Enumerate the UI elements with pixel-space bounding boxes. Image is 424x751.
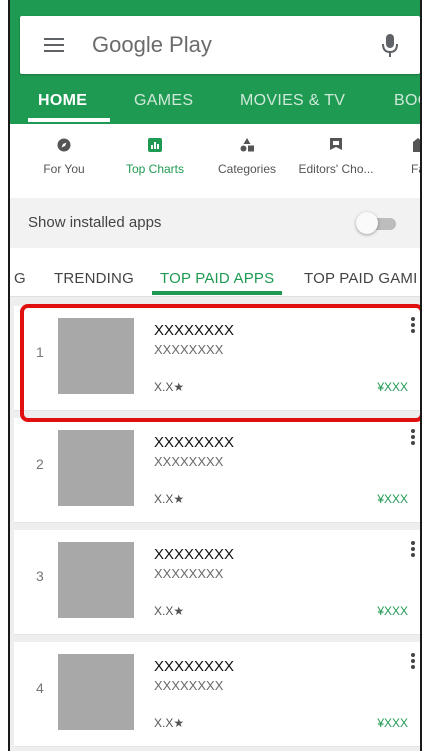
app-thumbnail[interactable] — [58, 542, 134, 618]
sub-tabs: For You Top Charts Categories Editors' C… — [10, 124, 420, 199]
app-name: XXXXXXXX — [154, 546, 235, 563]
app-rating: X.X★ — [154, 492, 185, 506]
tab-books[interactable]: BOO — [394, 92, 420, 110]
phone-screen: Google Play HOME GAMES MOVIES & TV BOO F… — [8, 0, 422, 751]
more-options-icon[interactable] — [410, 540, 416, 560]
app-list-item[interactable]: 2 XXXXXXXX XXXXXXXX X.X★ ¥XXX — [14, 418, 420, 523]
search-title: Google Play — [92, 32, 212, 57]
more-options-icon[interactable] — [410, 652, 416, 672]
app-rating: X.X★ — [154, 716, 185, 730]
editors-choice-icon — [330, 138, 342, 150]
subtab-label: Categories — [217, 162, 277, 176]
app-list-item[interactable]: 3 XXXXXXXX XXXXXXXX X.X★ ¥XXX — [14, 530, 420, 635]
subtab-label: Editors' Cho... — [298, 162, 374, 176]
subtab-label: Top Charts — [125, 162, 185, 176]
app-developer: XXXXXXXX — [154, 678, 224, 693]
chart-tabs: G TRENDING TOP PAID APPS TOP PAID GAMI — [10, 248, 420, 297]
app-name: XXXXXXXX — [154, 434, 235, 451]
chart-tab-indicator — [152, 291, 282, 295]
show-installed-label: Show installed apps — [28, 214, 162, 231]
app-thumbnail[interactable] — [58, 430, 134, 506]
app-rating: X.X★ — [154, 604, 185, 618]
subtab-categories[interactable]: Categories — [212, 138, 282, 176]
chart-tab-top-paid-games[interactable]: TOP PAID GAMI — [304, 270, 417, 287]
app-rank: 2 — [36, 456, 44, 472]
tab-home[interactable]: HOME — [38, 92, 87, 110]
highlight-frame — [20, 304, 420, 422]
app-list-item[interactable]: 4 XXXXXXXX XXXXXXXX X.X★ ¥XXX — [14, 642, 420, 747]
app-price[interactable]: ¥XXX — [377, 604, 408, 618]
subtab-label: For You — [43, 162, 85, 176]
app-rank: 4 — [36, 680, 44, 696]
main-tabs: HOME GAMES MOVIES & TV BOO — [10, 82, 420, 120]
subtab-label: Fa — [410, 162, 420, 176]
app-developer: XXXXXXXX — [154, 566, 224, 581]
menu-icon[interactable] — [44, 38, 64, 52]
show-installed-row: Show installed apps — [10, 198, 420, 248]
chart-tab-trending[interactable]: TRENDING — [54, 270, 134, 287]
subtab-editors-choice[interactable]: Editors' Cho... — [292, 138, 380, 176]
active-tab-indicator — [28, 118, 110, 122]
app-developer: XXXXXXXX — [154, 454, 224, 469]
family-icon — [413, 138, 420, 152]
app-price[interactable]: ¥XXX — [377, 716, 408, 730]
categories-icon — [240, 138, 254, 152]
app-rank: 3 — [36, 568, 44, 584]
subtab-family[interactable]: Fa — [398, 138, 420, 176]
more-options-icon[interactable] — [410, 428, 416, 448]
subtab-for-you[interactable]: For You — [34, 138, 94, 176]
toggle-knob[interactable] — [356, 212, 378, 234]
compass-icon — [57, 138, 71, 152]
chart-tab-grossing[interactable]: G — [14, 270, 26, 287]
app-name: XXXXXXXX — [154, 658, 235, 675]
microphone-icon[interactable] — [380, 32, 400, 60]
subtab-top-charts[interactable]: Top Charts — [118, 138, 192, 176]
app-price[interactable]: ¥XXX — [377, 492, 408, 506]
app-thumbnail[interactable] — [58, 654, 134, 730]
tab-games[interactable]: GAMES — [134, 92, 193, 110]
chart-icon — [148, 138, 162, 152]
search-bar[interactable]: Google Play — [20, 16, 420, 74]
tab-movies-tv[interactable]: MOVIES & TV — [240, 92, 345, 110]
chart-tab-top-paid-apps[interactable]: TOP PAID APPS — [160, 270, 274, 287]
